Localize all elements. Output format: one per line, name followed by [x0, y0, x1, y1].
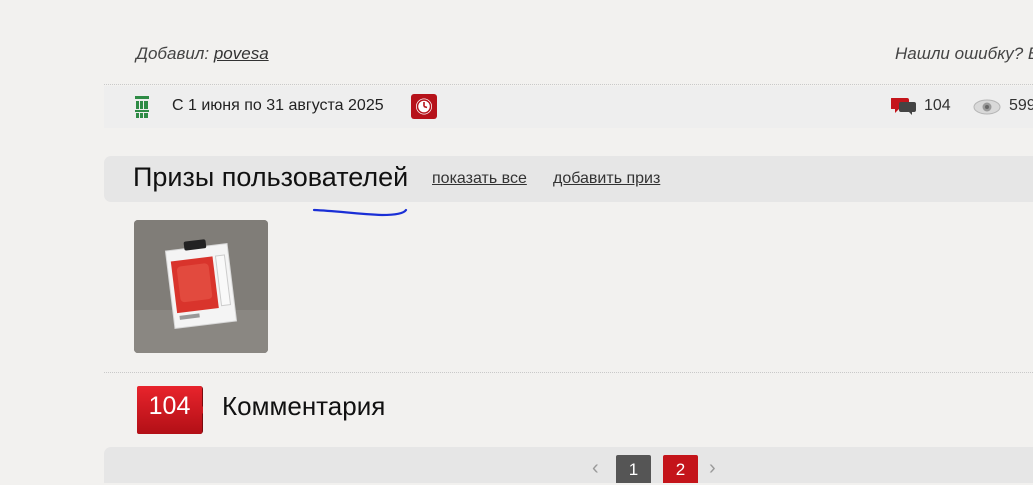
clock-button[interactable]: [411, 94, 437, 119]
next-page-icon[interactable]: ›: [709, 458, 716, 478]
prev-page-icon[interactable]: ‹: [592, 458, 599, 478]
views-count: 599: [1009, 97, 1033, 114]
promo-period: С 1 июня по 31 августа 2025: [172, 97, 384, 114]
clock-icon: [416, 98, 432, 115]
page-2-button[interactable]: 2: [663, 455, 698, 483]
eye-icon: [973, 99, 1001, 115]
divider: [104, 372, 1033, 373]
comments-count-badge-text: 104: [148, 392, 191, 420]
prizes-title: Призы пользователей: [133, 162, 409, 192]
added-by: Добавил: povesa: [136, 44, 269, 64]
show-all-link[interactable]: показать все: [432, 170, 527, 188]
comments-title: Комментария: [222, 391, 386, 421]
page-1-button[interactable]: 1: [616, 455, 651, 483]
divider: [104, 84, 1033, 85]
fresh-bar-logo-icon[interactable]: [134, 95, 150, 119]
added-by-label: Добавил:: [136, 44, 210, 63]
prize-thumbnail[interactable]: [134, 220, 268, 353]
author-link[interactable]: povesa: [214, 44, 269, 63]
pagination-bar: [104, 447, 1033, 483]
comments-icon[interactable]: [891, 96, 917, 116]
report-error-link[interactable]: Нашли ошибку? В: [895, 44, 1033, 64]
add-prize-link[interactable]: добавить приз: [553, 170, 660, 188]
comments-count: 104: [924, 97, 951, 114]
speaker-box-image: [134, 220, 268, 353]
annotation-scribble: [312, 208, 408, 217]
